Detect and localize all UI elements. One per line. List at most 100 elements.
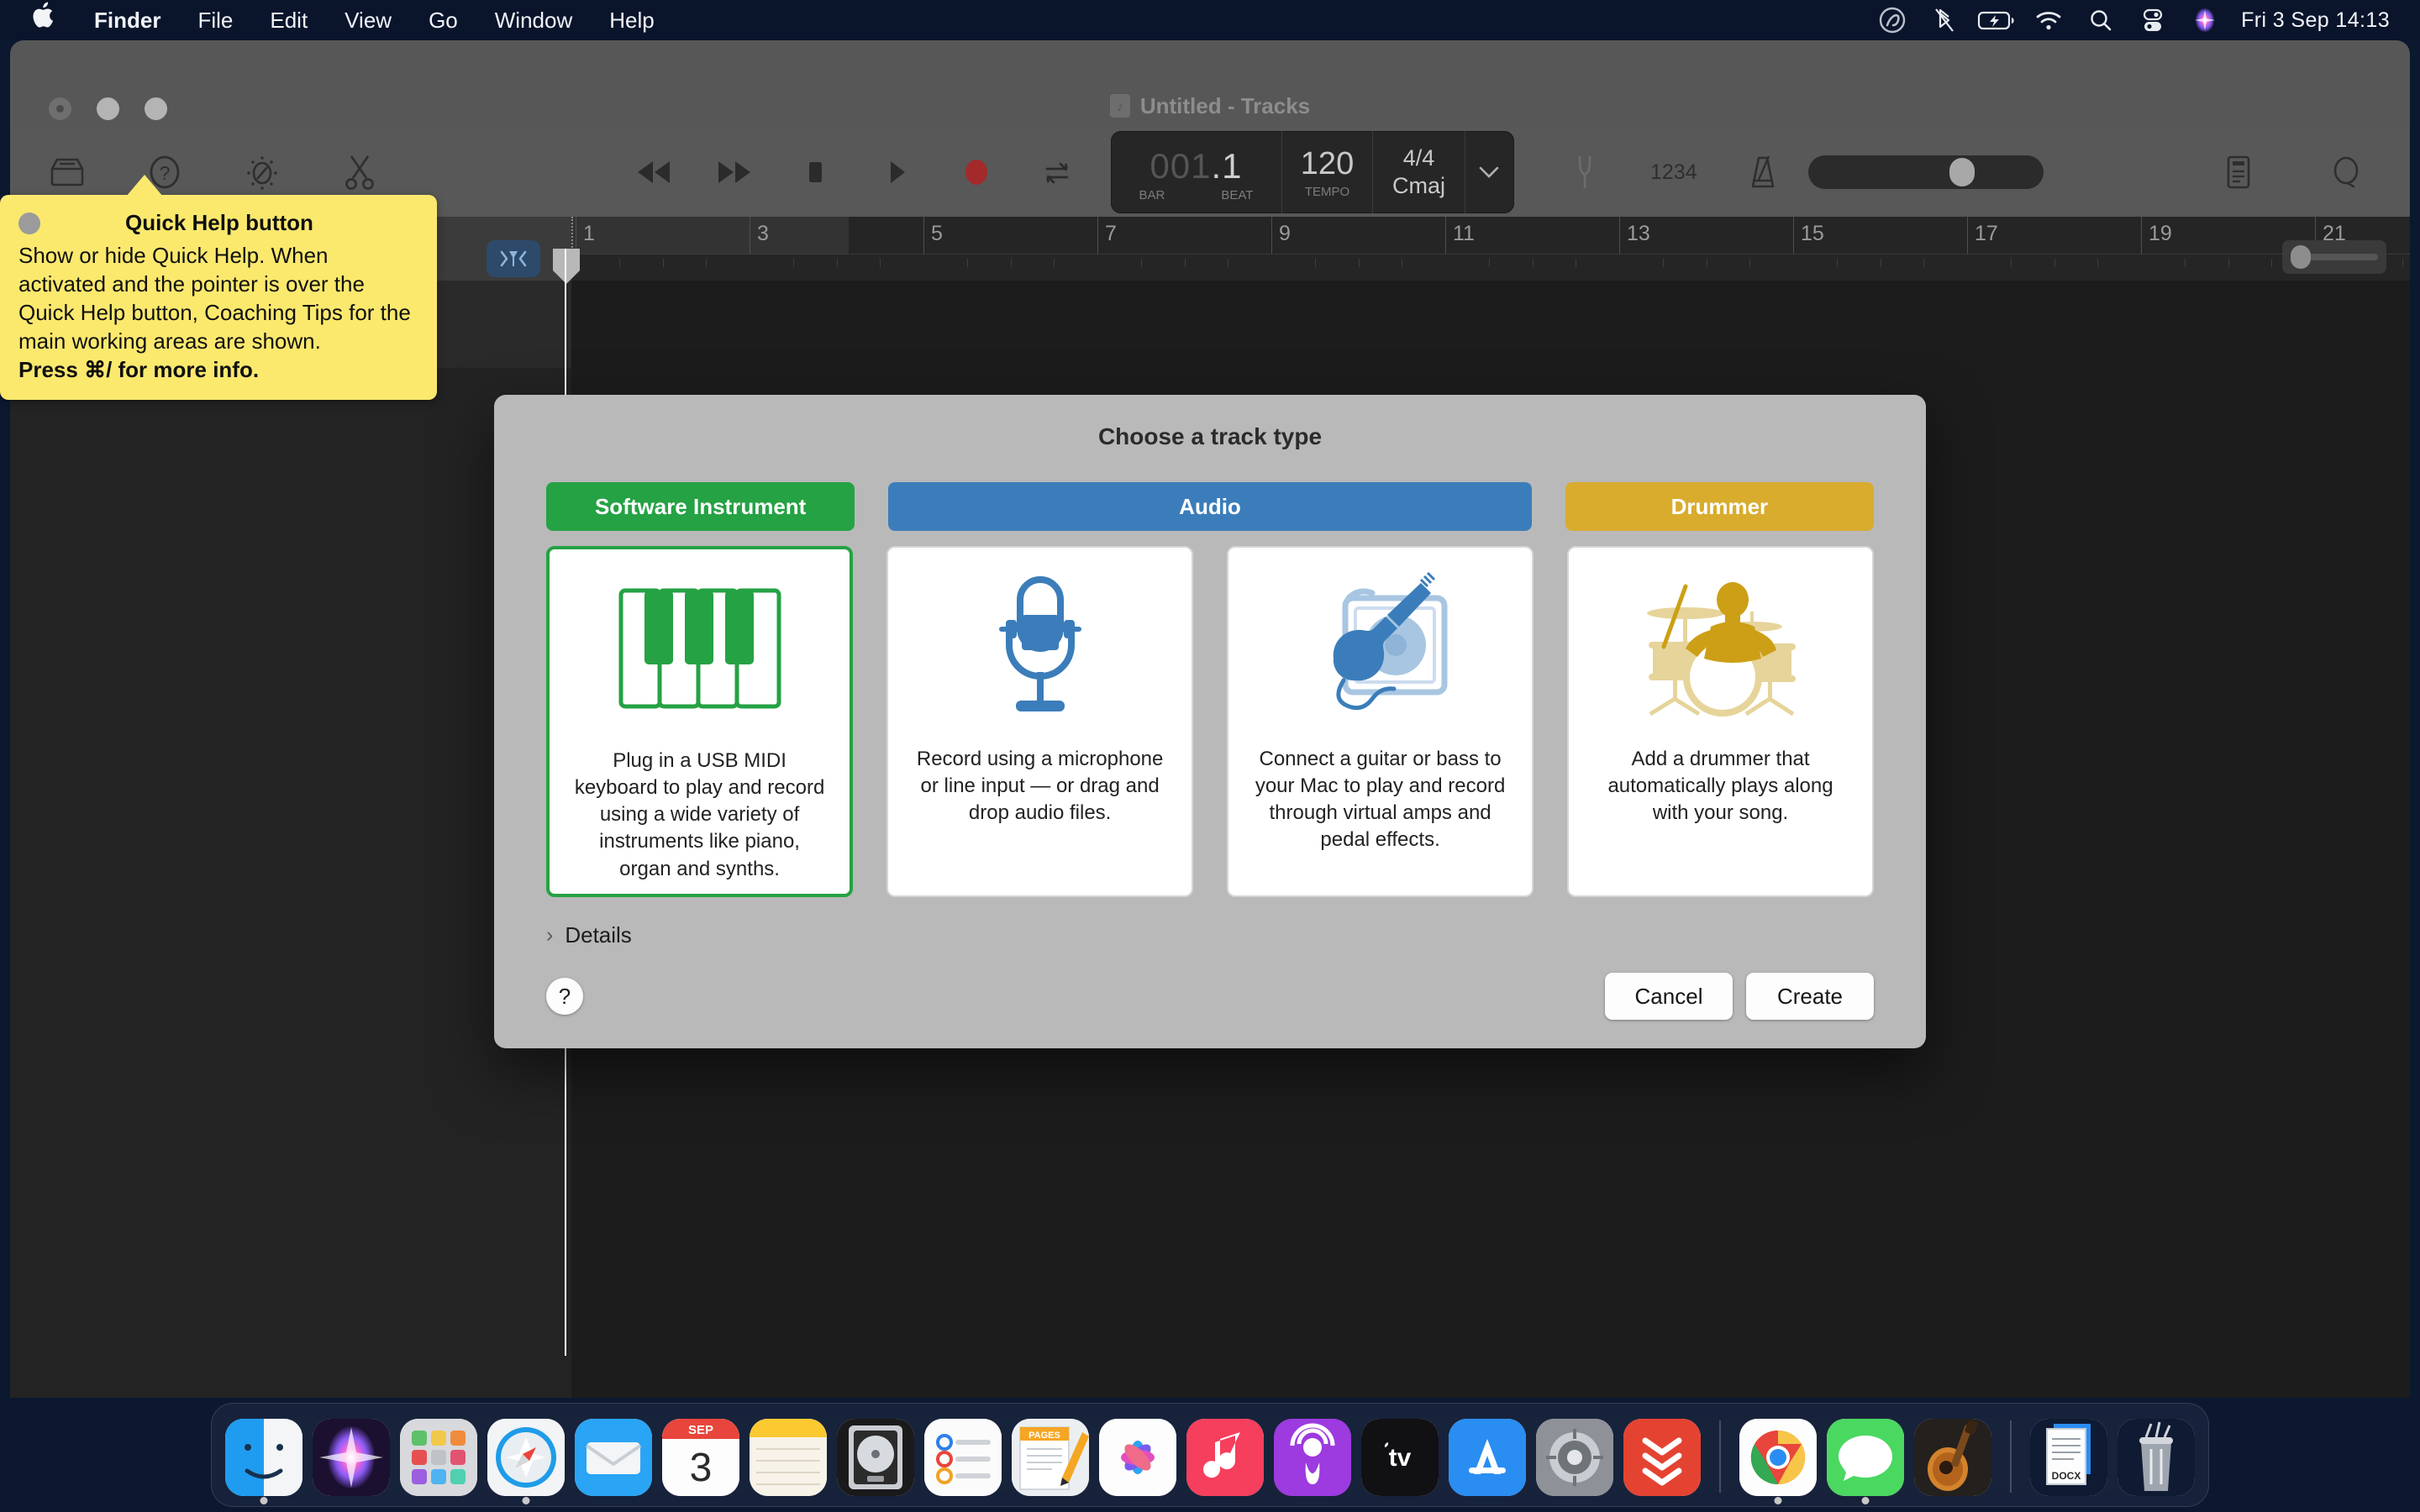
create-button[interactable]: Create xyxy=(1746,973,1874,1020)
card-software-instrument-text: Plug in a USB MIDI keyboard to play and … xyxy=(574,749,825,880)
card-drummer[interactable]: Add a drummer that automatically plays a… xyxy=(1567,546,1874,897)
fast-forward-button[interactable] xyxy=(711,149,758,196)
timeline-ruler[interactable]: 1357911131517192123 xyxy=(571,217,2410,281)
menu-edit[interactable]: Edit xyxy=(251,0,326,40)
menu-help[interactable]: Help xyxy=(591,0,672,40)
master-volume-slider[interactable] xyxy=(1808,155,2044,189)
ruler-subtick xyxy=(1749,259,1751,267)
document-icon: ♪ xyxy=(1109,94,1130,118)
spotlight-search-icon[interactable] xyxy=(2075,0,2127,40)
ruler-bar-label: 3 xyxy=(757,222,769,245)
dock-item-siri[interactable] xyxy=(313,1419,390,1496)
ruler-bar-label: 11 xyxy=(1453,222,1475,245)
window-titlebar: ♪ Untitled - Tracks xyxy=(10,40,2410,133)
ruler-subtick xyxy=(2228,259,2229,267)
dialog-title: Choose a track type xyxy=(1097,423,1323,449)
menu-view[interactable]: View xyxy=(326,0,410,40)
dock-item-photos[interactable] xyxy=(1099,1419,1176,1496)
dock-item-pages[interactable]: PAGES xyxy=(1012,1419,1089,1496)
card-guitar-amp-text: Connect a guitar or bass to your Mac to … xyxy=(1255,748,1506,852)
play-button[interactable] xyxy=(872,149,919,196)
cancel-button[interactable]: Cancel xyxy=(1605,973,1733,1020)
count-in-icon[interactable]: 1234 xyxy=(1650,145,1697,199)
lcd-display[interactable]: 001 .1 BAR BEAT 120 TEMPO 4/4 Cmaj xyxy=(1111,131,1514,213)
zoom-slider[interactable] xyxy=(2282,240,2386,274)
card-guitar-amp[interactable]: Connect a guitar or bass to your Mac to … xyxy=(1227,546,1534,897)
lcd-signature[interactable]: 4/4 Cmaj xyxy=(1373,131,1465,213)
dock-item-messages[interactable] xyxy=(1827,1419,1904,1504)
chevron-down-icon[interactable] xyxy=(1465,131,1512,213)
track-type-cards: Plug in a USB MIDI keyboard to play and … xyxy=(494,531,1926,897)
details-disclosure[interactable]: › Details xyxy=(494,897,1926,948)
menu-bar: Finder File Edit View Go Window Help Fri… xyxy=(0,0,2420,40)
loop-icon[interactable] xyxy=(2319,145,2373,199)
track-headers-column[interactable] xyxy=(10,281,571,1398)
menu-window[interactable]: Window xyxy=(476,0,591,40)
loop-browser-icon[interactable] xyxy=(235,145,289,199)
dock-item-trash[interactable] xyxy=(2118,1419,2195,1496)
dock-item-docx-file[interactable]: DOCX xyxy=(2030,1419,2107,1496)
ruler-bar-label: 5 xyxy=(931,222,943,245)
ruler-bar-label: 9 xyxy=(1279,222,1291,245)
stop-button[interactable] xyxy=(792,149,839,196)
library-icon[interactable] xyxy=(40,145,94,199)
ruler-tick xyxy=(1619,217,1620,254)
adobe-creative-cloud-icon[interactable] xyxy=(1866,0,1918,40)
dock-item-calendar[interactable]: SEP 3 xyxy=(662,1419,739,1496)
metronome-icon[interactable] xyxy=(1736,145,1790,199)
rewind-button[interactable] xyxy=(630,149,677,196)
dock-item-reminders[interactable] xyxy=(924,1419,1002,1496)
master-volume-knob[interactable] xyxy=(1949,158,1975,186)
zoom-slider-knob[interactable] xyxy=(2291,245,2311,269)
tab-audio[interactable]: Audio xyxy=(888,482,1532,531)
dock-item-todoist[interactable] xyxy=(1623,1419,1701,1496)
siri-icon[interactable] xyxy=(2179,0,2231,40)
ruler-subtick xyxy=(706,259,708,267)
dock-item-app-store[interactable] xyxy=(1449,1419,1526,1496)
cancel-button-label: Cancel xyxy=(1634,983,1703,1009)
bluetooth-off-icon[interactable] xyxy=(1918,0,1970,40)
tab-software-instrument[interactable]: Software Instrument xyxy=(546,482,855,531)
dock-item-garageband[interactable] xyxy=(1914,1419,1991,1496)
note-pad-icon[interactable] xyxy=(2212,145,2265,199)
dock-item-chrome[interactable] xyxy=(1739,1419,1817,1504)
menubar-clock[interactable]: Fri 3 Sep 14:13 xyxy=(2231,8,2396,33)
ruler-subtick xyxy=(1662,259,1664,267)
tuning-fork-icon[interactable] xyxy=(1558,145,1612,199)
dock-item-music[interactable] xyxy=(1186,1419,1264,1496)
card-microphone[interactable]: Record using a microphone or line input … xyxy=(886,546,1194,897)
dock-item-launchpad[interactable] xyxy=(400,1419,477,1496)
menu-file[interactable]: File xyxy=(179,0,251,40)
help-button[interactable]: ? xyxy=(546,978,583,1015)
record-button[interactable] xyxy=(953,149,1000,196)
lcd-position[interactable]: 001 .1 BAR BEAT xyxy=(1111,131,1282,213)
flex-time-icon[interactable] xyxy=(487,240,540,277)
ruler-subtick xyxy=(1140,259,1142,267)
cycle-region[interactable] xyxy=(571,217,849,254)
help-button-label: ? xyxy=(558,983,571,1009)
wifi-icon[interactable] xyxy=(2023,0,2075,40)
lcd-tempo[interactable]: 120 TEMPO xyxy=(1282,131,1373,213)
card-software-instrument[interactable]: Plug in a USB MIDI keyboard to play and … xyxy=(546,546,854,897)
battery-charging-icon[interactable] xyxy=(1970,0,2023,40)
dock-item-apple-tv[interactable]: tv xyxy=(1361,1419,1439,1496)
tab-drummer[interactable]: Drummer xyxy=(1565,482,1875,531)
svg-text:PAGES: PAGES xyxy=(1028,1431,1060,1441)
chevron-right-icon: › xyxy=(546,923,554,947)
menu-finder[interactable]: Finder xyxy=(76,0,179,40)
dock-item-logic-pro[interactable] xyxy=(837,1419,914,1496)
menu-go[interactable]: Go xyxy=(410,0,476,40)
scissors-icon[interactable] xyxy=(333,145,387,199)
dock-item-notes[interactable] xyxy=(750,1419,827,1496)
dock-item-mail[interactable] xyxy=(575,1419,652,1496)
apple-menu-icon[interactable] xyxy=(0,2,76,39)
ruler-subtick xyxy=(2054,259,2055,267)
dock-item-system-preferences[interactable] xyxy=(1536,1419,1613,1496)
ruler-subtick xyxy=(1488,259,1490,267)
dock-item-safari[interactable] xyxy=(487,1419,565,1504)
create-button-label: Create xyxy=(1776,983,1844,1009)
dock-item-finder[interactable] xyxy=(225,1419,302,1504)
cycle-button[interactable] xyxy=(1034,149,1081,196)
control-center-icon[interactable] xyxy=(2127,0,2179,40)
dock-item-podcasts[interactable] xyxy=(1274,1419,1351,1496)
